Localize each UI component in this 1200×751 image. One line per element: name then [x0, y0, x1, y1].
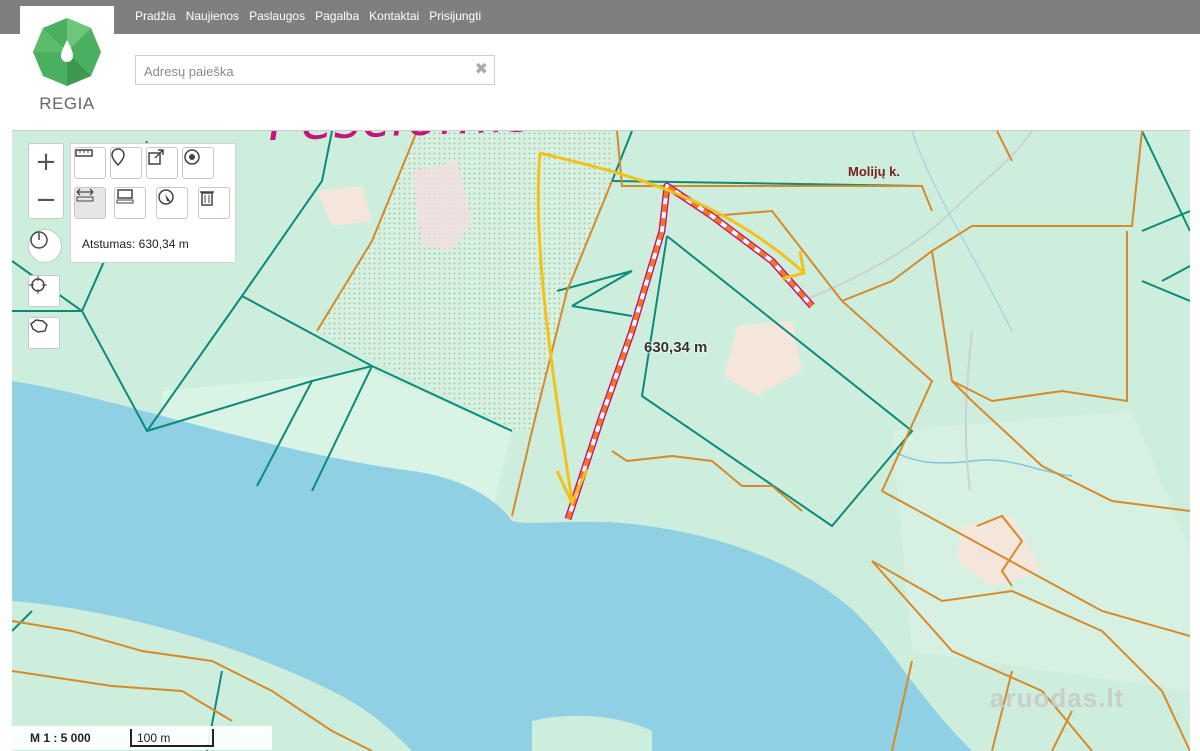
clear-search-icon[interactable]: ✖: [475, 60, 488, 80]
ruler-icon[interactable]: [74, 147, 106, 179]
logo[interactable]: REGIA: [20, 6, 114, 118]
route-distance-label: 630,34 m: [644, 339, 708, 356]
address-search-box: ✖: [135, 55, 495, 85]
share-icon[interactable]: [146, 147, 178, 179]
delete-icon[interactable]: [198, 187, 230, 219]
watermark: aruodas.lt: [990, 683, 1125, 713]
compass-icon[interactable]: [28, 229, 62, 263]
village-label: Molijų k.: [848, 164, 900, 179]
marker-icon[interactable]: [110, 147, 142, 179]
distance-readout: Atstumas: 630,34 m: [82, 237, 189, 251]
land-patch: [892, 411, 1190, 691]
regia-logo-icon: [33, 18, 101, 86]
zoom-controls: + −: [28, 143, 64, 219]
lithuania-extent-icon[interactable]: [28, 317, 60, 349]
nav-item-pagalba[interactable]: Pagalba: [315, 9, 359, 23]
main-nav: Pradžia Naujienos Paslaugos Pagalba Kont…: [135, 9, 481, 23]
locate-icon[interactable]: [28, 275, 60, 307]
address-search-input[interactable]: [142, 60, 466, 82]
top-navigation-bar: Pradžia Naujienos Paslaugos Pagalba Kont…: [0, 0, 1200, 34]
select-measure-icon[interactable]: [156, 187, 188, 219]
target-icon[interactable]: [182, 147, 214, 179]
nav-item-kontaktai[interactable]: Kontaktai: [369, 9, 419, 23]
nav-item-pradzia[interactable]: Pradžia: [135, 9, 176, 23]
nav-item-paslaugos[interactable]: Paslaugos: [249, 9, 305, 23]
logo-text: REGIA: [39, 94, 95, 113]
measure-area-icon[interactable]: [114, 187, 146, 219]
map-view[interactable]: + − Atstumas: 630,34 m Molijų k. 630,34 …: [12, 130, 1190, 751]
zoom-out-button[interactable]: −: [29, 182, 63, 218]
nav-item-prisijungti[interactable]: Prisijungti: [429, 9, 481, 23]
measure-distance-icon[interactable]: [74, 187, 106, 219]
zoom-in-button[interactable]: +: [29, 144, 63, 180]
scale-ratio: M 1 : 5 000: [30, 731, 91, 745]
scale-ruler-label: 100 m: [137, 731, 171, 745]
nav-item-naujienos[interactable]: Naujienos: [186, 9, 239, 23]
scale-bar: M 1 : 5 000 100 m: [12, 726, 272, 750]
